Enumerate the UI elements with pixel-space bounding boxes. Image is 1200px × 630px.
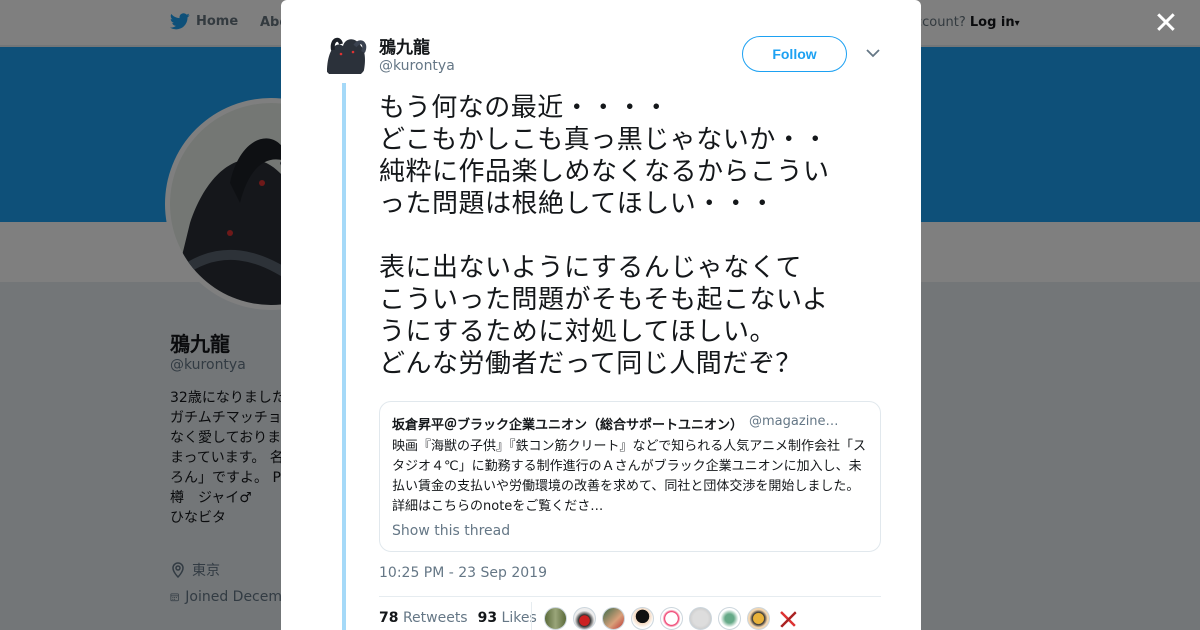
liker-avatar[interactable] [660, 607, 683, 630]
liker-avatar[interactable] [718, 607, 741, 630]
retweets-stat[interactable]: 78 Retweets [379, 610, 468, 626]
tweet-modal: 鴉九龍 @kurontya Follow もう何なの最近・・・・ どこもかしこも… [281, 0, 921, 630]
crossed-swords-icon [780, 611, 797, 628]
liker-avatar[interactable] [544, 607, 567, 630]
quoted-author-name: 坂倉昇平＠ブラック企業ユニオン（総合サポートユニオン） [392, 418, 744, 433]
chevron-down-icon[interactable] [864, 44, 882, 62]
liker-avatar[interactable] [631, 607, 654, 630]
tweet-author-name[interactable]: 鴉九龍 [379, 33, 430, 58]
liker-avatar[interactable] [573, 607, 596, 630]
quoted-tweet-text: 映画『海獣の子供』『鉄コン筋クリート』などで知られる人気アニメ制作会社「スタジオ… [392, 439, 866, 514]
stats-separator [531, 602, 532, 630]
tweet-stats: 78 Retweets 93 Likes [379, 610, 537, 626]
liker-avatar[interactable] [776, 607, 799, 630]
show-thread-link[interactable]: Show this thread [392, 523, 868, 539]
stats-divider [379, 596, 881, 597]
liker-avatar[interactable] [689, 607, 712, 630]
tweet-text: もう何なの最近・・・・ どこもかしこも真っ黒じゃないか・・ 純粋に作品楽しめなく… [379, 93, 830, 379]
tweet-timestamp[interactable]: 10:25 PM - 23 Sep 2019 [379, 565, 547, 581]
quoted-tweet-card[interactable]: 坂倉昇平＠ブラック企業ユニオン（総合サポートユニオン） @magazine… 映… [379, 401, 881, 552]
likes-stat[interactable]: 93 Likes [478, 610, 537, 626]
thread-connector-line [342, 83, 346, 630]
liker-avatar[interactable] [602, 607, 625, 630]
close-icon[interactable]: ✕ [1150, 8, 1182, 40]
likes-count: 93 [477, 610, 498, 626]
follow-button[interactable]: Follow [742, 36, 847, 72]
quoted-tweet-header: 坂倉昇平＠ブラック企業ユニオン（総合サポートユニオン） @magazine… [392, 414, 868, 433]
liker-avatar[interactable] [747, 607, 770, 630]
quoted-author-handle: @magazine… [749, 414, 839, 429]
retweets-count: 78 [379, 610, 399, 626]
tweet-author-avatar[interactable] [321, 32, 369, 80]
tweet-author-handle[interactable]: @kurontya [379, 58, 455, 74]
likers-avatars [544, 607, 799, 630]
dragon-avatar-thumb [321, 32, 369, 80]
retweets-label: Retweets [402, 610, 468, 626]
